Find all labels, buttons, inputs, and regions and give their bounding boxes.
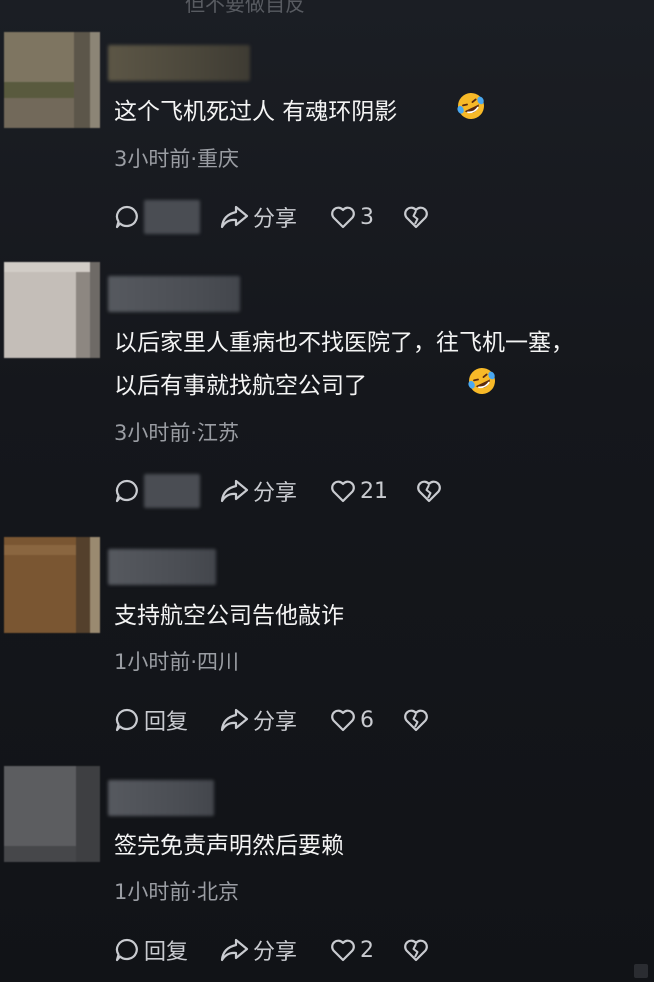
comment-text: 签完免责声明然后要赖: [114, 833, 344, 859]
dislike-button[interactable]: [403, 700, 429, 740]
comment-bubble-icon: [115, 205, 138, 229]
broken-heart-icon: [404, 206, 428, 229]
comment-text: 这个飞机死过人 有魂环阴影: [114, 99, 398, 125]
dislike-button[interactable]: [416, 471, 442, 511]
comment-actions: 分享 3: [114, 197, 654, 237]
share-label: 分享: [253, 940, 298, 965]
broken-heart-icon: [417, 480, 441, 503]
comment-actions: 回复 分享 2: [114, 930, 654, 970]
reply-button[interactable]: 回复: [114, 930, 188, 970]
share-button[interactable]: 分享: [219, 930, 297, 970]
reply-label: 回复: [144, 710, 189, 735]
like-count: 2: [360, 937, 374, 963]
like-count: 6: [360, 707, 374, 733]
broken-heart-icon: [404, 709, 428, 732]
comment-meta: 1小时前·北京: [114, 880, 240, 904]
like-button[interactable]: 21: [330, 471, 388, 511]
avatar[interactable]: [4, 32, 100, 128]
like-button[interactable]: 3: [330, 197, 374, 237]
share-button[interactable]: 分享: [219, 700, 297, 740]
corner-indicator: [634, 964, 648, 978]
like-count: 3: [360, 204, 374, 230]
reply-label: 回复: [144, 940, 189, 965]
comment-bubble-icon: [115, 938, 138, 962]
username-blurred[interactable]: [108, 276, 240, 312]
reply-label-blurred: [144, 200, 200, 234]
reply-button[interactable]: 回复: [114, 700, 188, 740]
username-blurred[interactable]: [108, 45, 250, 81]
reply-button[interactable]: [114, 471, 200, 511]
previous-comment-fragment: 但不要做自反: [185, 0, 305, 16]
comment-text: 以后家里人重病也不找医院了，往飞机一塞，以后有事就找航空公司了: [114, 322, 594, 408]
comment-text-content: 以后家里人重病也不找医院了，往飞机一塞，以后有事就找航空公司了: [114, 330, 574, 399]
comment-bubble-icon: [115, 479, 138, 503]
heart-icon: [331, 206, 355, 229]
share-button[interactable]: 分享: [219, 471, 297, 511]
share-label: 分享: [253, 710, 298, 735]
reply-button[interactable]: [114, 197, 200, 237]
share-arrow-icon: [220, 479, 249, 503]
heart-icon: [331, 709, 355, 732]
comment-actions: 分享 21: [114, 471, 654, 511]
like-count: 21: [360, 478, 388, 504]
dislike-button[interactable]: [403, 197, 429, 237]
avatar[interactable]: [4, 537, 100, 633]
share-label: 分享: [253, 207, 298, 232]
heart-icon: [331, 480, 355, 503]
username-blurred[interactable]: [108, 549, 216, 585]
rofl-emoji-icon: [457, 93, 484, 119]
comment-meta: 3小时前·江苏: [114, 421, 240, 445]
like-button[interactable]: 2: [330, 930, 374, 970]
heart-icon: [331, 939, 355, 962]
comment-meta: 3小时前·重庆: [114, 147, 240, 171]
username-blurred[interactable]: [108, 780, 214, 816]
broken-heart-icon: [404, 939, 428, 962]
avatar[interactable]: [4, 766, 100, 862]
share-button[interactable]: 分享: [219, 197, 297, 237]
avatar[interactable]: [4, 262, 100, 358]
share-label: 分享: [253, 481, 298, 506]
comment-bubble-icon: [115, 708, 138, 732]
share-arrow-icon: [220, 708, 249, 732]
rofl-emoji-icon: [468, 368, 495, 394]
like-button[interactable]: 6: [330, 700, 374, 740]
comment-meta: 1小时前·四川: [114, 650, 240, 674]
dislike-button[interactable]: [403, 930, 429, 970]
share-arrow-icon: [220, 205, 249, 229]
reply-label-blurred: [144, 474, 200, 508]
comment-actions: 回复 分享 6: [114, 700, 654, 740]
share-arrow-icon: [220, 938, 249, 962]
comment-text: 支持航空公司告他敲诈: [114, 603, 344, 629]
